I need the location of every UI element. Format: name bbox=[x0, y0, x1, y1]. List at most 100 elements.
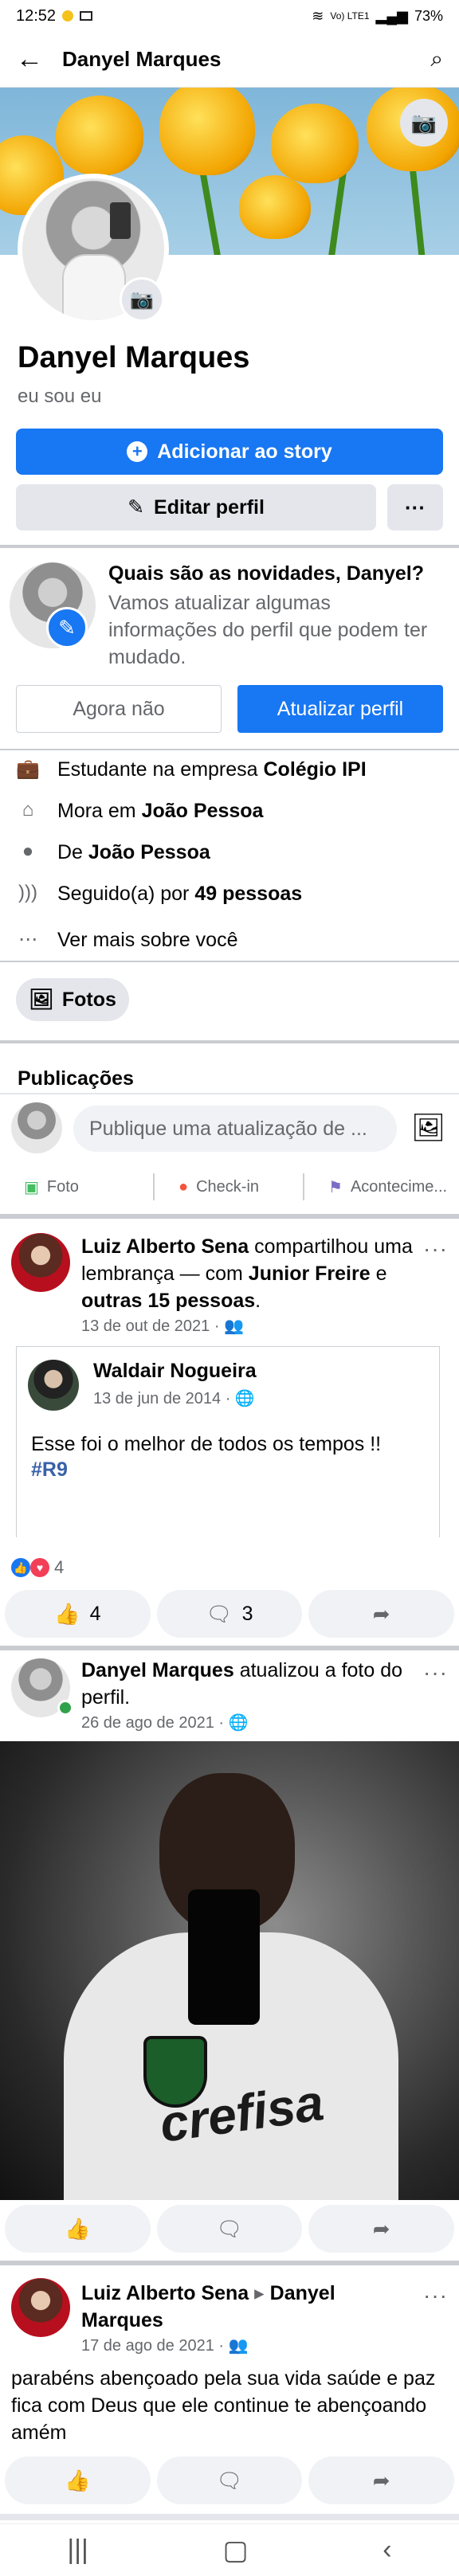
about-lives-prefix: Mora em bbox=[57, 799, 142, 822]
not-now-button[interactable]: Agora não bbox=[16, 685, 222, 733]
back-arrow-icon[interactable]: ← bbox=[16, 44, 48, 75]
like-button[interactable]: 👍 4 bbox=[5, 1590, 151, 1638]
publications-title: Publicações bbox=[18, 1067, 134, 1090]
home-icon: ⌂ bbox=[22, 799, 34, 820]
post-menu-icon[interactable]: ··· bbox=[423, 1660, 448, 1685]
edit-pencil-icon: ✎ bbox=[46, 607, 88, 648]
profile-photo-post-image[interactable]: crefisa bbox=[0, 1741, 459, 2200]
prompt-title: Quais são as novidades, Danyel? bbox=[108, 562, 424, 585]
shared-date-text: 13 de jun de 2014 · bbox=[93, 1390, 235, 1407]
divider bbox=[0, 545, 459, 548]
about-work-place[interactable]: Colégio IPI bbox=[264, 758, 367, 781]
post-actions: 👍 🗨 ➦ bbox=[5, 2457, 455, 2504]
share-icon: ➦ bbox=[372, 2468, 390, 2492]
edit-profile-button[interactable]: ✎ Editar perfil bbox=[16, 484, 376, 530]
post-and-text: e bbox=[370, 1263, 387, 1285]
share-icon: ➦ bbox=[372, 1601, 390, 1626]
thumbs-up-icon: 👍 bbox=[65, 2216, 91, 2241]
share-button[interactable]: ➦ bbox=[308, 2457, 455, 2504]
divider bbox=[0, 749, 459, 750]
post-actions: 👍 4 🗨 3 ➦ bbox=[5, 1590, 455, 1638]
divider bbox=[0, 1040, 459, 1043]
shared-date: 13 de jun de 2014 · 🌐 bbox=[93, 1388, 255, 1408]
comment-button[interactable]: 🗨 bbox=[156, 2205, 303, 2253]
checkin-action[interactable]: ● Check-in bbox=[155, 1178, 303, 1196]
post-text: parabéns abençoado pela sua vida saúde e… bbox=[11, 2367, 436, 2444]
about-work: 💼 Estudante na empresa Colégio IPI bbox=[16, 754, 446, 785]
divider bbox=[0, 1214, 459, 1219]
photo-icon: 🖼 bbox=[29, 988, 54, 1011]
comment-icon: 🗨 bbox=[206, 1601, 233, 1626]
signal-label: Vo) LTE1 bbox=[330, 10, 370, 22]
about-lives: ⌂ Mora em João Pessoa bbox=[16, 795, 446, 827]
tagged-person[interactable]: Junior Freire bbox=[249, 1263, 371, 1285]
recent-apps-icon[interactable]: ||| bbox=[67, 2535, 88, 2566]
post-author[interactable]: Luiz Alberto Sena bbox=[81, 2282, 249, 2304]
post-date-text: 17 de ago de 2021 · bbox=[81, 2337, 229, 2355]
hashtag-link[interactable]: #R9 bbox=[31, 1458, 68, 1482]
online-indicator bbox=[57, 1700, 73, 1716]
like-reaction-icon: 👍 bbox=[11, 1558, 30, 1577]
post-author-avatar[interactable] bbox=[11, 2278, 70, 2337]
event-action-label: Acontecime... bbox=[350, 1177, 448, 1196]
arrow-icon: ▸ bbox=[249, 2282, 270, 2304]
like-count: 4 bbox=[89, 1602, 101, 1625]
add-photo-icon[interactable]: 🖼 bbox=[411, 1112, 445, 1144]
more-options-button[interactable]: ··· bbox=[387, 484, 443, 530]
divider bbox=[0, 2514, 459, 2520]
like-button[interactable]: 👍 bbox=[5, 2457, 151, 2504]
event-action[interactable]: ⚑ Acontecime... bbox=[304, 1177, 459, 1197]
post-author[interactable]: Danyel Marques bbox=[81, 1659, 234, 1681]
see-more-about[interactable]: ⋯ Ver mais sobre você bbox=[16, 924, 446, 956]
post-date[interactable]: 26 de ago de 2021 · 🌐 bbox=[81, 1713, 249, 1732]
flag-icon: ⚑ bbox=[328, 1178, 343, 1196]
comment-button[interactable]: 🗨 bbox=[156, 2457, 303, 2504]
update-profile-button[interactable]: Atualizar perfil bbox=[237, 685, 443, 733]
post-menu-icon[interactable]: ··· bbox=[423, 1236, 448, 1262]
about-followers: ))) Seguido(a) por 49 pessoas bbox=[16, 878, 446, 910]
reaction-count: 4 bbox=[54, 1557, 65, 1577]
about-lives-place[interactable]: João Pessoa bbox=[142, 800, 264, 822]
android-nav-bar: ||| ▢ ‹ bbox=[0, 2523, 459, 2576]
cover-camera-icon[interactable]: 📷 bbox=[400, 99, 448, 147]
wifi-icon: ≋ bbox=[312, 7, 324, 24]
battery-level: 73% bbox=[414, 7, 443, 24]
photo-green-icon: ▣ bbox=[24, 1178, 39, 1196]
screen-icon bbox=[80, 11, 93, 21]
followers-count[interactable]: 49 pessoas bbox=[194, 883, 302, 905]
about-from-prefix: De bbox=[57, 840, 88, 863]
shared-author[interactable]: Waldair Nogueira bbox=[93, 1360, 257, 1383]
briefcase-icon: 💼 bbox=[16, 758, 40, 780]
photo-action[interactable]: ▣ Foto bbox=[0, 1177, 153, 1197]
photos-label: Fotos bbox=[61, 988, 116, 1011]
signal-icon: ▂▄▆ bbox=[375, 7, 408, 24]
plus-icon: + bbox=[127, 441, 148, 462]
divider bbox=[0, 2261, 459, 2265]
avatar-camera-icon[interactable]: 📷 bbox=[120, 277, 164, 322]
post-header: Luiz Alberto Sena ▸ Danyel Marques bbox=[81, 2280, 416, 2334]
divider bbox=[0, 1093, 459, 1094]
like-button[interactable]: 👍 bbox=[5, 2205, 151, 2253]
post-date[interactable]: 13 de out de 2021 · 👥 bbox=[81, 1316, 244, 1336]
location-pin-icon: ● bbox=[22, 840, 34, 862]
tagged-others[interactable]: outras 15 pessoas bbox=[81, 1290, 255, 1312]
shared-post[interactable]: Waldair Nogueira 13 de jun de 2014 · 🌐 E… bbox=[16, 1346, 440, 1537]
about-from-place[interactable]: João Pessoa bbox=[88, 841, 210, 863]
shared-author-avatar bbox=[28, 1360, 79, 1411]
post-author[interactable]: Luiz Alberto Sena bbox=[81, 1235, 249, 1258]
comment-button[interactable]: 🗨 3 bbox=[156, 1590, 303, 1638]
share-button[interactable]: ➦ bbox=[308, 1590, 455, 1638]
composer-input[interactable]: Publique uma atualização de ... bbox=[73, 1106, 397, 1152]
photos-button[interactable]: 🖼 Fotos bbox=[16, 978, 129, 1021]
share-button[interactable]: ➦ bbox=[308, 2205, 455, 2253]
page-title: Danyel Marques bbox=[62, 47, 222, 71]
home-button-icon[interactable]: ▢ bbox=[223, 2535, 249, 2566]
add-story-button[interactable]: + Adicionar ao story bbox=[16, 429, 443, 475]
search-icon[interactable]: ⌕ bbox=[430, 46, 443, 72]
add-story-label: Adicionar ao story bbox=[157, 440, 332, 463]
back-nav-icon[interactable]: ‹ bbox=[382, 2535, 391, 2566]
post-date[interactable]: 17 de ago de 2021 · 👥 bbox=[81, 2335, 249, 2355]
reaction-summary[interactable]: 👍 ♥ 4 bbox=[11, 1557, 64, 1578]
post-menu-icon[interactable]: ··· bbox=[423, 2283, 448, 2308]
post-author-avatar[interactable] bbox=[11, 1233, 70, 1292]
